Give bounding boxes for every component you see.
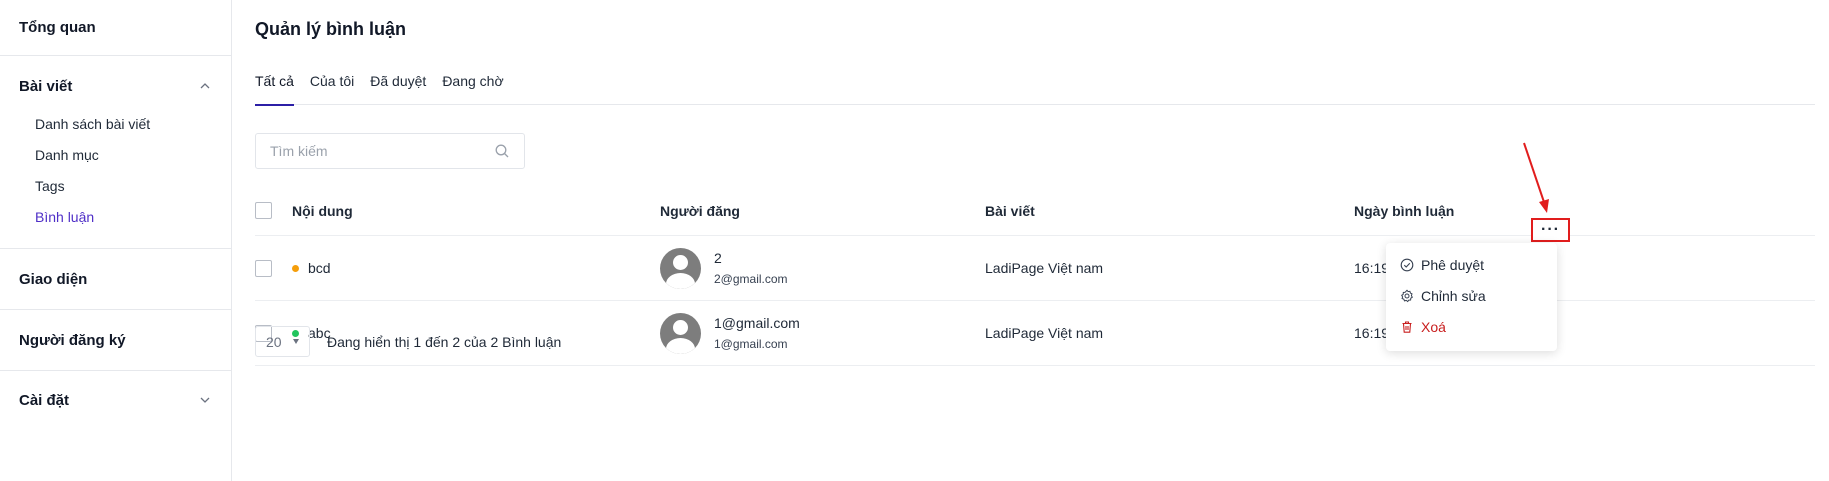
sidebar-item-categories[interactable]: Danh mục (0, 145, 231, 176)
sidebar-item-subscribers[interactable]: Người đăng ký (0, 310, 231, 370)
sidebar-section-settings: Cài đặt (0, 371, 231, 429)
row-actions-menu: Phê duyệt Chỉnh sửa Xoá (1386, 243, 1557, 351)
table-row: bcd 2 2@gmail.com LadiPage Việt nam 16:1… (255, 236, 1815, 301)
tab-pending[interactable]: Đang chờ (442, 70, 503, 105)
sidebar-item-settings[interactable]: Cài đặt (0, 371, 231, 429)
column-header-post: Bài viết (985, 202, 1035, 219)
main-content: Quản lý bình luận Tất cả Của tôi Đã duyệ… (255, 0, 1829, 481)
column-header-author: Người đăng (660, 202, 740, 219)
row-checkbox[interactable] (255, 259, 272, 277)
sidebar-item-label: Cài đặt (19, 391, 70, 409)
sidebar-section-posts: Bài viết Danh sách bài viết Danh mục Tag… (0, 56, 231, 249)
table-header-row: Nội dung Người đăng Bài viết Ngày bình l… (255, 186, 1815, 236)
pagination: 20 Đang hiển thị 1 đến 2 của 2 Bình luận (255, 326, 561, 357)
chevron-down-icon (198, 393, 212, 407)
sidebar-section-overview: Tổng quan (0, 0, 231, 56)
tab-mine[interactable]: Của tôi (310, 70, 354, 105)
sidebar-item-label: Tổng quan (19, 19, 96, 36)
sidebar-submenu-posts: Danh sách bài viết Danh mục Tags Bình lu… (0, 114, 231, 248)
gear-icon (1401, 289, 1413, 302)
post-title[interactable]: LadiPage Việt nam (985, 301, 1103, 365)
sidebar-item-label: Bài viết (19, 77, 73, 95)
sidebar-item-tags[interactable]: Tags (0, 176, 231, 207)
sidebar-item-posts[interactable]: Bài viết (0, 56, 231, 114)
sidebar-section-appearance: Giao diện (0, 249, 231, 310)
menu-item-label: Chỉnh sửa (1421, 287, 1486, 304)
column-header-date: Ngày bình luận (1354, 202, 1455, 219)
avatar (660, 312, 701, 354)
avatar (660, 247, 701, 289)
menu-item-edit[interactable]: Chỉnh sửa (1386, 280, 1557, 311)
post-title[interactable]: LadiPage Việt nam (985, 236, 1103, 300)
tab-bar: Tất cả Của tôi Đã duyệt Đang chờ (255, 70, 1815, 106)
chevron-up-icon (198, 79, 212, 93)
search-input[interactable] (270, 143, 494, 159)
sidebar-item-overview[interactable]: Tổng quan (0, 0, 231, 55)
sidebar-item-label: Giao diện (19, 270, 88, 288)
sidebar-item-label: Người đăng ký (19, 331, 126, 349)
sidebar: Tổng quan Bài viết Danh sách bài viết Da… (0, 0, 232, 481)
menu-item-delete[interactable]: Xoá (1386, 311, 1557, 342)
status-dot-pending (292, 264, 299, 272)
sidebar-item-appearance[interactable]: Giao diện (0, 249, 231, 309)
page-size-select[interactable]: 20 (255, 326, 310, 357)
caret-down-icon (293, 339, 299, 344)
sidebar-item-post-list[interactable]: Danh sách bài viết (0, 114, 231, 145)
select-all-checkbox[interactable] (255, 202, 272, 219)
menu-item-label: Phê duyệt (1421, 256, 1485, 273)
tab-all[interactable]: Tất cả (255, 70, 294, 106)
author-name: 2 (714, 250, 722, 266)
tab-approved[interactable]: Đã duyệt (370, 70, 426, 105)
pagination-summary: Đang hiển thị 1 đến 2 của 2 Bình luận (327, 333, 562, 350)
search-icon[interactable] (494, 143, 510, 159)
row-more-actions-button[interactable]: ··· (1531, 218, 1570, 242)
menu-item-label: Xoá (1421, 318, 1446, 335)
column-header-content: Nội dung (292, 202, 353, 219)
menu-item-approve[interactable]: Phê duyệt (1386, 249, 1557, 280)
comment-content: bcd (308, 260, 331, 276)
page-title: Quản lý bình luận (255, 19, 407, 39)
author-email: 2@gmail.com (714, 272, 788, 286)
trash-icon (1402, 320, 1412, 333)
more-dots-icon: ··· (1541, 221, 1560, 238)
sidebar-section-subscribers: Người đăng ký (0, 310, 231, 371)
check-circle-icon (1400, 258, 1414, 271)
author-email: 1@gmail.com (714, 337, 788, 351)
sidebar-item-comments[interactable]: Bình luận (0, 207, 231, 238)
search-box (255, 133, 525, 169)
author-name: 1@gmail.com (714, 315, 800, 331)
page-size-value: 20 (266, 333, 282, 350)
